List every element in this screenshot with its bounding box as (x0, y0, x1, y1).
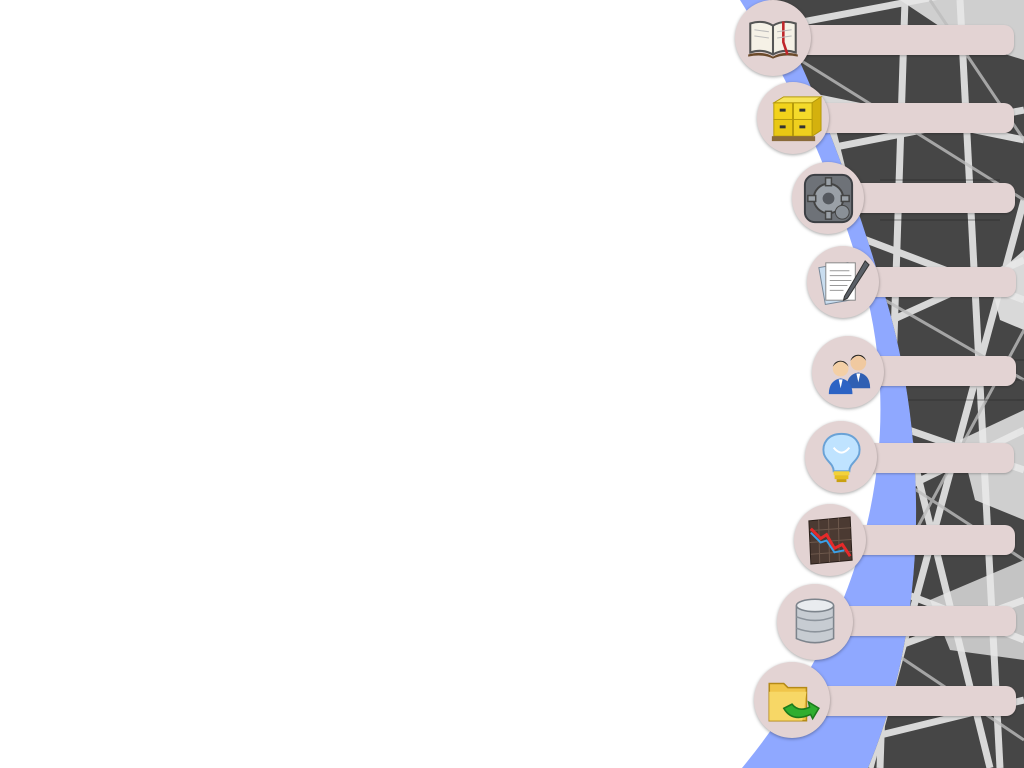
database-icon (784, 591, 846, 653)
folder-arrow-icon (761, 669, 823, 731)
document-pen-icon (814, 253, 873, 312)
menu-bar-settings[interactable] (845, 183, 1015, 213)
menu-bar-document[interactable] (860, 267, 1016, 297)
gear-icon (799, 169, 858, 228)
users-icon (819, 343, 878, 402)
menu-bar-book[interactable] (790, 25, 1014, 55)
menu-bar-users[interactable] (865, 356, 1016, 386)
slide-canvas (0, 0, 1024, 768)
lightbulb-icon (812, 428, 871, 487)
menu-bar-chart[interactable] (847, 525, 1015, 555)
menu-button-idea[interactable] (805, 421, 877, 493)
open-book-icon (742, 7, 804, 69)
menu-button-book[interactable] (735, 0, 811, 76)
menu-bar-database[interactable] (832, 606, 1016, 636)
declining-chart-icon (801, 511, 860, 570)
cardboard-boxes-icon (764, 89, 823, 148)
menu-bar-folder[interactable] (809, 686, 1016, 716)
menu-button-chart[interactable] (794, 504, 866, 576)
menu-button-boxes[interactable] (757, 82, 829, 154)
menu-button-users[interactable] (812, 336, 884, 408)
menu-button-document[interactable] (807, 246, 879, 318)
menu-button-folder[interactable] (754, 662, 830, 738)
menu-button-settings[interactable] (792, 162, 864, 234)
menu-button-database[interactable] (777, 584, 853, 660)
menu-bar-boxes[interactable] (810, 103, 1014, 133)
menu-bar-idea[interactable] (858, 443, 1014, 473)
